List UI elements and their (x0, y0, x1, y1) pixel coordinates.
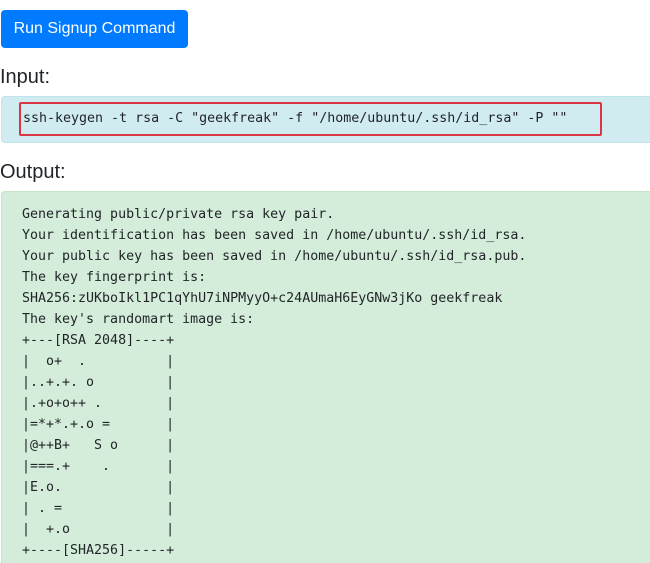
output-line: +---[RSA 2048]----+ (22, 333, 175, 348)
command-text[interactable]: ssh-keygen -t rsa -C "geekfreak" -f "/ho… (19, 102, 602, 136)
output-line: |..+.+. o | (22, 375, 175, 390)
output-line: SHA256:zUKboIkl1PC1qYhU7iNPMyyO+c24AUmaH… (22, 291, 503, 306)
output-line: |E.o. | (22, 480, 175, 495)
output-line: |===.+ . | (22, 459, 175, 474)
output-line: The key's randomart image is: (22, 312, 255, 327)
output-line: The key fingerprint is: (22, 270, 207, 285)
output-line: Generating public/private rsa key pair. (22, 207, 335, 222)
output-line: |=*+*.+.o = | (22, 417, 175, 432)
output-line: | . = | (22, 501, 175, 516)
output-lines: Generating public/private rsa key pair. … (22, 204, 526, 561)
output-line: | o+ . | (22, 354, 175, 369)
output-line: |.+o+o++ . | (22, 396, 175, 411)
output-heading: Output: (0, 161, 66, 183)
input-panel: ssh-keygen -t rsa -C "geekfreak" -f "/ho… (1, 96, 650, 143)
output-panel: Generating public/private rsa key pair. … (1, 191, 650, 563)
output-line: Your public key has been saved in /home/… (22, 249, 527, 264)
input-heading: Input: (0, 66, 51, 88)
output-line: | +.o | (22, 522, 175, 537)
run-signup-command-button[interactable]: Run Signup Command (1, 10, 188, 48)
output-line: |@++B+ S o | (22, 438, 175, 453)
output-line: Your identification has been saved in /h… (22, 228, 527, 243)
output-line: +----[SHA256]-----+ (22, 543, 175, 558)
